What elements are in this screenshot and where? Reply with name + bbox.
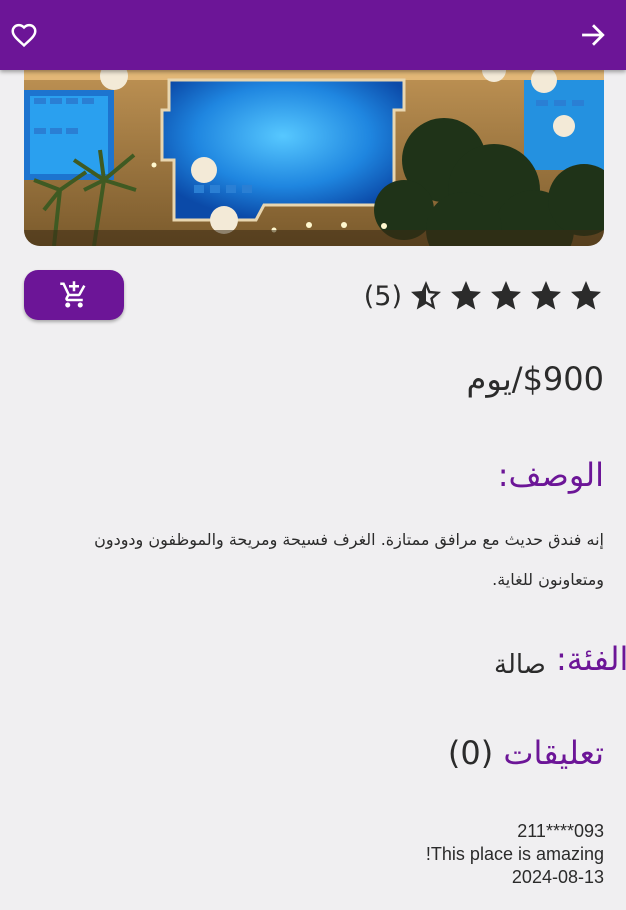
add-to-cart-button[interactable]: [24, 270, 124, 320]
comment-user: 211****093: [517, 821, 604, 841]
app-bar: [0, 0, 626, 70]
comments-label: تعليقات: [503, 734, 604, 772]
add-shopping-cart-icon: [60, 281, 86, 308]
rating: (5): [364, 276, 604, 316]
description-text: إنه فندق حديث مع مرافق ممتازة. الغرف فسي…: [94, 530, 604, 589]
star-half-icon: [411, 281, 441, 310]
category-value: صالة: [494, 650, 546, 680]
hotel-photo: [24, 40, 604, 246]
star-full-icon: [571, 281, 601, 310]
star-full-icon: [451, 281, 481, 310]
arrow-forward-icon[interactable]: [580, 21, 608, 49]
heart-outline-icon[interactable]: [9, 20, 39, 50]
comment-text: This place is amazing!: [425, 844, 604, 864]
rating-count: (5): [363, 280, 402, 312]
hotel-pool-image: [24, 40, 604, 246]
price: $900/يوم: [466, 360, 604, 398]
star-full-icon: [531, 281, 561, 310]
description-title: الوصف:: [497, 456, 604, 494]
comment-date: 2024-08-13: [511, 867, 604, 887]
comments-title: تعليقات (0): [448, 734, 604, 772]
category-label: الفئة:: [556, 640, 626, 678]
comments-count: (0): [447, 734, 494, 772]
comment-item: 211****093 This place is amazing! 2024-0…: [426, 820, 604, 889]
star-full-icon: [491, 281, 521, 310]
